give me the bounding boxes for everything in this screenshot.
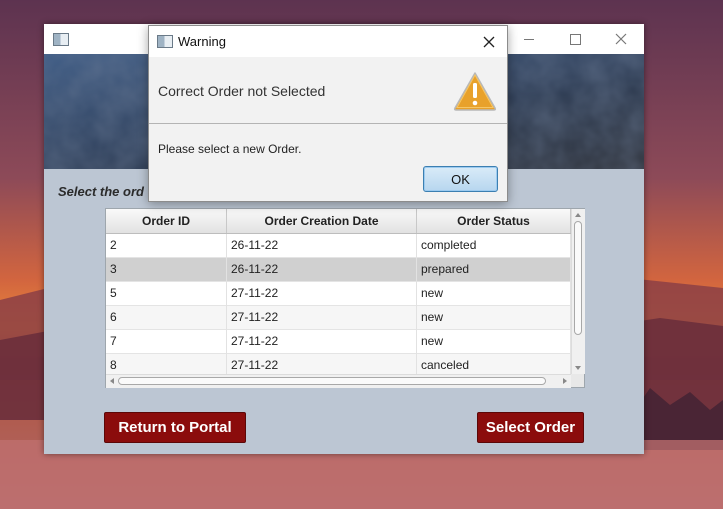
vertical-scrollbar[interactable] (571, 209, 585, 374)
cell-creation-date: 27-11-22 (227, 330, 417, 354)
cell-order-id: 2 (106, 234, 227, 258)
minimize-icon (524, 38, 534, 40)
table-header: Order ID Order Creation Date Order Statu… (106, 209, 571, 234)
column-header-order-id[interactable]: Order ID (106, 209, 227, 233)
table-row[interactable]: 8 27-11-22 canceled (106, 354, 571, 374)
table-row[interactable]: 5 27-11-22 new (106, 282, 571, 306)
cell-order-id: 7 (106, 330, 227, 354)
cell-creation-date: 26-11-22 (227, 258, 417, 282)
table-row-selected[interactable]: 3 26-11-22 prepared (106, 258, 571, 282)
cell-creation-date: 27-11-22 (227, 282, 417, 306)
cell-order-status: prepared (417, 258, 571, 282)
return-to-portal-button[interactable]: Return to Portal (104, 412, 246, 443)
minimize-button[interactable] (506, 24, 552, 54)
column-header-order-status[interactable]: Order Status (417, 209, 571, 233)
app-icon (53, 33, 69, 46)
close-icon (615, 33, 627, 45)
cell-order-id: 3 (106, 258, 227, 282)
table-row[interactable]: 2 26-11-22 completed (106, 234, 571, 258)
dialog-header-text: Correct Order not Selected (158, 83, 326, 99)
cell-order-status: new (417, 306, 571, 330)
select-order-button[interactable]: Select Order (477, 412, 584, 443)
dialog-separator (149, 123, 507, 124)
scrollbar-corner (571, 374, 584, 387)
cell-creation-date: 27-11-22 (227, 354, 417, 374)
cell-order-id: 5 (106, 282, 227, 306)
scroll-down-arrow-icon[interactable] (575, 366, 581, 370)
column-header-creation-date[interactable]: Order Creation Date (227, 209, 417, 233)
cell-creation-date: 26-11-22 (227, 234, 417, 258)
maximize-button[interactable] (552, 24, 598, 54)
scroll-left-arrow-icon[interactable] (110, 378, 114, 384)
ok-button[interactable]: OK (423, 166, 498, 192)
vertical-scroll-thumb[interactable] (574, 221, 582, 335)
dialog-close-button[interactable] (479, 32, 499, 52)
scroll-up-arrow-icon[interactable] (575, 213, 581, 217)
warning-triangle-icon (453, 72, 497, 111)
instruction-label: Select the ord (58, 184, 144, 199)
warning-dialog: Warning Correct Order not Selected Pleas… (148, 25, 508, 202)
cell-order-status: new (417, 330, 571, 354)
cell-order-id: 6 (106, 306, 227, 330)
close-button[interactable] (598, 24, 644, 54)
dialog-titlebar: Warning (149, 26, 507, 57)
cell-creation-date: 27-11-22 (227, 306, 417, 330)
close-icon (483, 36, 495, 48)
table-body: 2 26-11-22 completed 3 26-11-22 prepared… (106, 234, 571, 374)
dialog-title: Warning (178, 34, 226, 49)
table-row[interactable]: 7 27-11-22 new (106, 330, 571, 354)
cell-order-status: completed (417, 234, 571, 258)
maximize-icon (569, 33, 581, 45)
cell-order-status: new (417, 282, 571, 306)
cell-order-status: canceled (417, 354, 571, 374)
horizontal-scrollbar[interactable] (106, 374, 571, 388)
scroll-right-arrow-icon[interactable] (563, 378, 567, 384)
cell-order-id: 8 (106, 354, 227, 374)
dialog-body-text: Please select a new Order. (158, 142, 302, 156)
table-row[interactable]: 6 27-11-22 new (106, 306, 571, 330)
horizontal-scroll-thumb[interactable] (118, 377, 546, 385)
dialog-app-icon (157, 35, 173, 48)
orders-table[interactable]: Order ID Order Creation Date Order Statu… (105, 208, 585, 388)
